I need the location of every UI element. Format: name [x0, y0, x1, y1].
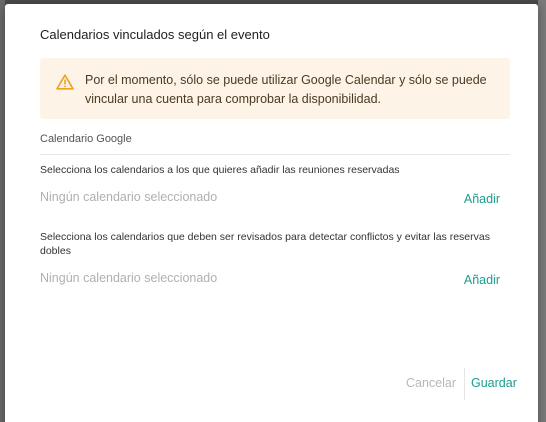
booking-calendars-empty-text: Ningún calendario seleccionado	[40, 190, 218, 204]
add-booking-calendar-button[interactable]: Añadir	[464, 192, 500, 206]
dialog-title: Calendarios vinculados según el evento	[40, 27, 270, 42]
warning-icon	[56, 74, 74, 90]
add-conflict-calendar-button[interactable]: Añadir	[464, 273, 500, 287]
save-button[interactable]: Guardar	[471, 376, 517, 390]
cancel-button[interactable]: Cancelar	[406, 376, 456, 390]
warning-text: Por el momento, sólo se puede utilizar G…	[85, 73, 487, 106]
booking-calendars-description: Selecciona los calendarios a los que qui…	[40, 164, 400, 176]
section-divider	[40, 154, 510, 155]
section-label-google-calendar: Calendario Google	[40, 133, 132, 145]
conflict-calendars-description: Selecciona los calendarios que deben ser…	[40, 231, 490, 257]
linked-calendars-dialog: Calendarios vinculados según el evento P…	[5, 4, 538, 422]
conflict-calendars-empty-text: Ningún calendario seleccionado	[40, 271, 218, 285]
modal-backdrop-right	[538, 0, 546, 422]
footer-divider	[464, 368, 465, 400]
warning-banner: Por el momento, sólo se puede utilizar G…	[40, 58, 510, 119]
